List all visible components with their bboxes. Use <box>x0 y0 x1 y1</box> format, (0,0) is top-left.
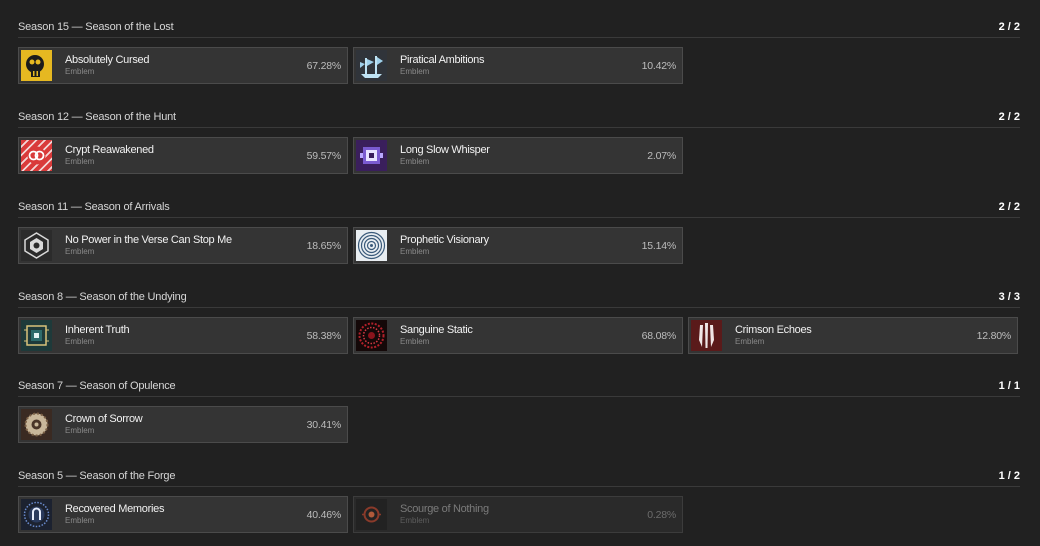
season-title: Season 5 — Season of the Forge <box>18 469 176 482</box>
season-count: 1 / 1 <box>998 379 1020 392</box>
whisper-emblem-icon <box>356 140 387 171</box>
season-title: Season 15 — Season of the Lost <box>18 20 174 33</box>
emblem-type: Emblem <box>400 337 430 346</box>
season-section: Season 11 — Season of Arrivals 2 / 2 No … <box>18 196 1020 264</box>
emblem-card[interactable]: Crimson Echoes Emblem 12.80% <box>688 317 1018 354</box>
season-count: 1 / 2 <box>998 469 1020 482</box>
emblem-type: Emblem <box>400 247 430 256</box>
scourge-emblem-icon <box>356 499 387 530</box>
emblem-name: Crimson Echoes <box>735 324 812 336</box>
season-section: Season 8 — Season of the Undying 3 / 3 I… <box>18 286 1020 354</box>
season-count: 2 / 2 <box>998 20 1020 33</box>
season-section: Season 7 — Season of Opulence 1 / 1 Crow… <box>18 375 1020 443</box>
season-header: Season 12 — Season of the Hunt 2 / 2 <box>18 106 1020 128</box>
season-section: Season 12 — Season of the Hunt 2 / 2 Cry… <box>18 106 1020 174</box>
emblem-type: Emblem <box>65 157 95 166</box>
season-header: Season 8 — Season of the Undying 3 / 3 <box>18 286 1020 308</box>
emblem-percent: 68.08% <box>641 329 677 342</box>
crypt-emblem-icon <box>21 140 52 171</box>
emblem-type: Emblem <box>65 337 95 346</box>
season-header: Season 15 — Season of the Lost 2 / 2 <box>18 16 1020 38</box>
emblem-percent: 10.42% <box>641 59 677 72</box>
emblem-card[interactable]: Crown of Sorrow Emblem 30.41% <box>18 406 348 443</box>
emblem-card[interactable]: Inherent Truth Emblem 58.38% <box>18 317 348 354</box>
emblem-card[interactable]: Sanguine Static Emblem 68.08% <box>353 317 683 354</box>
emblem-percent: 18.65% <box>306 239 342 252</box>
emblem-name: Recovered Memories <box>65 503 165 515</box>
season-header: Season 11 — Season of Arrivals 2 / 2 <box>18 196 1020 218</box>
skull-emblem-icon <box>21 50 52 81</box>
memory-emblem-icon <box>21 499 52 530</box>
season-header: Season 5 — Season of the Forge 1 / 2 <box>18 465 1020 487</box>
emblem-type: Emblem <box>65 247 95 256</box>
emblem-percent: 58.38% <box>306 329 342 342</box>
season-count: 3 / 3 <box>998 290 1020 303</box>
emblem-percent: 0.28% <box>647 508 676 521</box>
emblem-name: Sanguine Static <box>400 324 473 336</box>
emblem-type: Emblem <box>735 337 765 346</box>
emblem-type: Emblem <box>65 426 95 435</box>
emblem-card[interactable]: Long Slow Whisper Emblem 2.07% <box>353 137 683 174</box>
emblem-card[interactable]: Prophetic Visionary Emblem 15.14% <box>353 227 683 264</box>
emblem-percent: 15.14% <box>641 239 677 252</box>
emblem-name: Absolutely Cursed <box>65 54 150 66</box>
emblem-type: Emblem <box>400 157 430 166</box>
emblem-percent: 2.07% <box>647 149 676 162</box>
static-emblem-icon <box>356 320 387 351</box>
emblem-card[interactable]: Crypt Reawakened Emblem 59.57% <box>18 137 348 174</box>
season-section: Season 15 — Season of the Lost 2 / 2 Abs… <box>18 16 1020 84</box>
emblem-card-unobtained[interactable]: Scourge of Nothing Emblem 0.28% <box>353 496 683 533</box>
emblem-name: Scourge of Nothing <box>400 503 489 515</box>
emblem-name: No Power in the Verse Can Stop Me <box>65 234 232 246</box>
season-title: Season 12 — Season of the Hunt <box>18 110 176 123</box>
emblem-card[interactable]: Piratical Ambitions Emblem 10.42% <box>353 47 683 84</box>
ship-emblem-icon <box>356 50 387 81</box>
season-title: Season 8 — Season of the Undying <box>18 290 187 303</box>
season-count: 2 / 2 <box>998 110 1020 123</box>
season-header: Season 7 — Season of Opulence 1 / 1 <box>18 375 1020 397</box>
emblem-percent: 12.80% <box>976 329 1012 342</box>
emblem-name: Piratical Ambitions <box>400 54 485 66</box>
emblem-type: Emblem <box>65 67 95 76</box>
circuit-emblem-icon <box>21 320 52 351</box>
emblem-type: Emblem <box>400 67 430 76</box>
season-title: Season 11 — Season of Arrivals <box>18 200 170 213</box>
emblem-card[interactable]: No Power in the Verse Can Stop Me Emblem … <box>18 227 348 264</box>
season-section: Season 5 — Season of the Forge 1 / 2 Rec… <box>18 465 1020 533</box>
emblem-percent: 67.28% <box>306 59 342 72</box>
emblem-card[interactable]: Absolutely Cursed Emblem 67.28% <box>18 47 348 84</box>
shield-emblem-icon <box>21 230 52 261</box>
emblem-card[interactable]: Recovered Memories Emblem 40.46% <box>18 496 348 533</box>
emblem-name: Inherent Truth <box>65 324 130 336</box>
emblem-type: Emblem <box>65 516 95 525</box>
emblem-name: Crown of Sorrow <box>65 413 143 425</box>
emblem-name: Crypt Reawakened <box>65 144 154 156</box>
spiral-emblem-icon <box>356 230 387 261</box>
emblem-percent: 40.46% <box>306 508 342 521</box>
claws-emblem-icon <box>691 320 722 351</box>
season-count: 2 / 2 <box>998 200 1020 213</box>
crown-emblem-icon <box>21 409 52 440</box>
emblem-name: Long Slow Whisper <box>400 144 490 156</box>
emblem-percent: 59.57% <box>306 149 342 162</box>
season-title: Season 7 — Season of Opulence <box>18 379 176 392</box>
emblem-name: Prophetic Visionary <box>400 234 489 246</box>
emblem-type: Emblem <box>400 516 430 525</box>
emblem-percent: 30.41% <box>306 418 342 431</box>
